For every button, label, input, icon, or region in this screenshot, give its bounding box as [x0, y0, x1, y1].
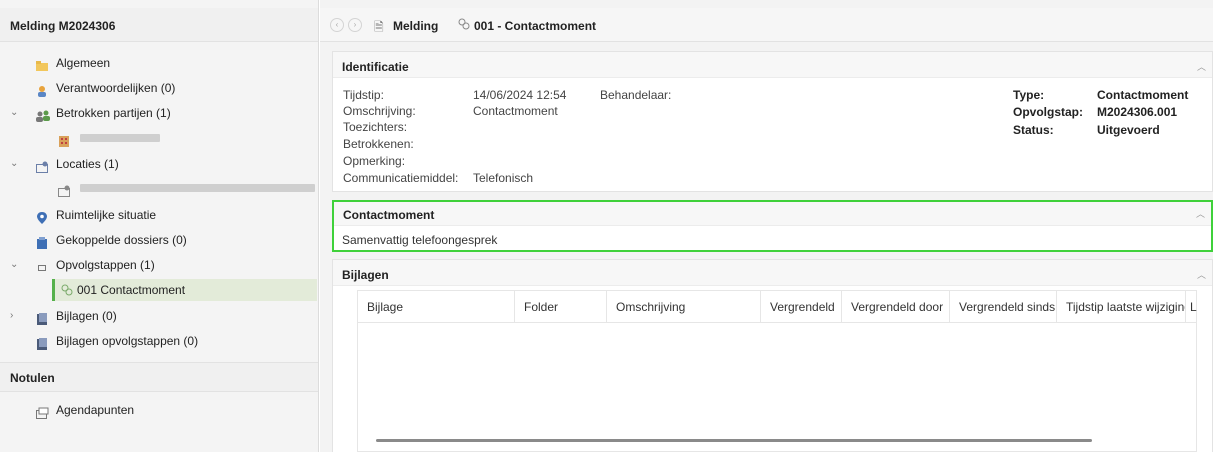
chevron-down-icon[interactable]: ⌄ [10, 153, 20, 175]
navigation-panel: Melding M2024306 Algemeen Verantwoordeli… [0, 0, 319, 452]
tree-item-agendapunten[interactable]: Agendapunten [0, 399, 318, 421]
table-header-row: Bijlage Folder Omschrijving Vergrendeld … [358, 291, 1198, 323]
square-icon [36, 259, 48, 271]
map-pin-icon [36, 209, 48, 224]
tree-item-label: Betrokken partijen (1) [56, 106, 171, 120]
field-label: Betrokkenen: [343, 137, 414, 151]
section-title: Identificatie [342, 60, 409, 74]
link-icon [458, 18, 470, 33]
tree-item-label: 001 Contactmoment [77, 283, 186, 297]
identificatie-section: Identificatie ︿ Tijdstip: 14/06/2024 12:… [332, 51, 1213, 192]
tree-item-betrokken-partijen[interactable]: ⌄ Betrokken partijen (1) [0, 102, 318, 124]
column-header-l[interactable]: L [1186, 291, 1198, 323]
tree-item-ruimtelijke-situatie[interactable]: Ruimtelijke situatie [0, 204, 318, 226]
location-card-icon [58, 182, 70, 197]
section-title: Bijlagen [342, 268, 389, 282]
horizontal-scrollbar[interactable] [376, 439, 1092, 442]
tree-item-locaties[interactable]: ⌄ Locaties (1) [0, 153, 318, 175]
breadcrumb-bar: ‹ › 🗎 Melding 001 - Contactmoment [320, 8, 1213, 42]
tree-item-label: Bijlagen (0) [56, 309, 117, 323]
notulen-header: Notulen [0, 362, 318, 392]
chevron-down-icon[interactable]: ⌄ [10, 254, 20, 276]
field-value: Telefonisch [473, 171, 534, 185]
chevron-up-icon[interactable]: ︿ [1197, 268, 1206, 281]
people-icon [36, 107, 50, 122]
redacted-text [80, 184, 315, 192]
tree-item-verantwoordelijken[interactable]: Verantwoordelijken (0) [0, 77, 318, 99]
section-header[interactable] [333, 52, 1212, 78]
tree-item-algemeen[interactable]: Algemeen [0, 52, 318, 74]
field-label: Communicatiemiddel: [343, 171, 459, 185]
chevron-right-icon[interactable]: › [10, 305, 20, 327]
column-header-folder[interactable]: Folder [515, 291, 607, 323]
tree-item-label: Verantwoordelijken (0) [56, 81, 176, 95]
tree-item-label: Gekoppelde dossiers (0) [56, 233, 187, 247]
tree-item-opvolgstappen[interactable]: ⌄ Opvolgstappen (1) [0, 254, 318, 276]
column-header-vergrendeld-sinds[interactable]: Vergrendeld sinds [950, 291, 1057, 323]
field-label: Opmerking: [343, 154, 406, 168]
tree-item-label: Agendapunten [56, 403, 135, 417]
field-label: Opvolgstap: [1013, 105, 1084, 119]
field-value: 14/06/2024 12:54 [473, 88, 567, 102]
panel-title: Melding M2024306 [0, 8, 318, 42]
column-header-vergrendeld-door[interactable]: Vergrendeld door [842, 291, 950, 323]
person-icon [36, 82, 48, 97]
field-value: M2024306.001 [1097, 105, 1178, 119]
dossier-icon [36, 234, 48, 249]
agenda-icon [36, 404, 49, 419]
column-header-bijlage[interactable]: Bijlage [358, 291, 515, 323]
tree-item-label: Bijlagen opvolgstappen (0) [56, 334, 199, 348]
field-value: Contactmoment [473, 104, 558, 118]
attachment-icon [36, 335, 48, 350]
document-icon: 🗎 [374, 20, 384, 34]
tree-item-label: Ruimtelijke situatie [56, 208, 157, 222]
field-label: Omschrijving: [343, 104, 416, 118]
breadcrumb-contactmoment[interactable]: 001 - Contactmoment [474, 19, 596, 33]
column-header-omschrijving[interactable]: Omschrijving [607, 291, 761, 323]
field-label: Type: [1013, 88, 1045, 102]
contactmoment-section: Contactmoment ︿ Samenvattig telefoongesp… [332, 200, 1213, 252]
field-label: Status: [1013, 123, 1054, 137]
chevron-up-icon[interactable]: ︿ [1197, 60, 1206, 73]
chevron-down-icon[interactable]: ⌄ [10, 102, 20, 124]
detail-panel: ‹ › 🗎 Melding 001 - Contactmoment Identi… [320, 0, 1213, 452]
tree-item-bijlagen[interactable]: › Bijlagen (0) [0, 305, 318, 327]
field-label: Toezichters: [343, 120, 408, 134]
tree-item-gekoppelde-dossiers[interactable]: Gekoppelde dossiers (0) [0, 229, 318, 251]
section-title: Contactmoment [343, 208, 435, 222]
folder-icon [36, 57, 48, 71]
field-label: Tijdstip: [343, 88, 384, 102]
section-header[interactable] [334, 202, 1211, 226]
attachments-table: Bijlage Folder Omschrijving Vergrendeld … [357, 290, 1197, 452]
breadcrumb-melding[interactable]: Melding [393, 19, 438, 33]
location-card-icon [36, 158, 48, 173]
forward-button[interactable]: › [348, 18, 362, 32]
tree-item-label: Locaties (1) [56, 157, 119, 171]
bijlagen-section: Bijlagen ︿ Bijlage Folder Omschrijving V… [332, 259, 1213, 452]
column-header-tijdstip-laatste-wijziging[interactable]: Tijdstip laatste wijziging [1057, 291, 1186, 323]
tree-item-party[interactable] [0, 127, 318, 149]
attachment-icon [36, 310, 48, 325]
field-label: Behandelaar: [600, 88, 672, 102]
link-icon [61, 284, 73, 296]
tree-item-label: Algemeen [56, 56, 111, 70]
chevron-up-icon[interactable]: ︿ [1196, 207, 1205, 220]
tree-item-bijlagen-opvolgstappen[interactable]: Bijlagen opvolgstappen (0) [0, 330, 318, 352]
back-button[interactable]: ‹ [330, 18, 344, 32]
building-icon [58, 132, 70, 147]
field-value: Contactmoment [1097, 88, 1189, 102]
tree-item-location[interactable] [0, 177, 318, 199]
redacted-text [80, 134, 160, 142]
tree-item-label: Opvolgstappen (1) [56, 258, 155, 272]
contactmoment-text: Samenvattig telefoongesprek [342, 233, 498, 247]
section-header[interactable] [333, 260, 1212, 286]
tree-item-001-contactmoment[interactable]: 001 Contactmoment [52, 279, 317, 301]
field-value: Uitgevoerd [1097, 123, 1160, 137]
column-header-vergrendeld[interactable]: Vergrendeld [761, 291, 842, 323]
